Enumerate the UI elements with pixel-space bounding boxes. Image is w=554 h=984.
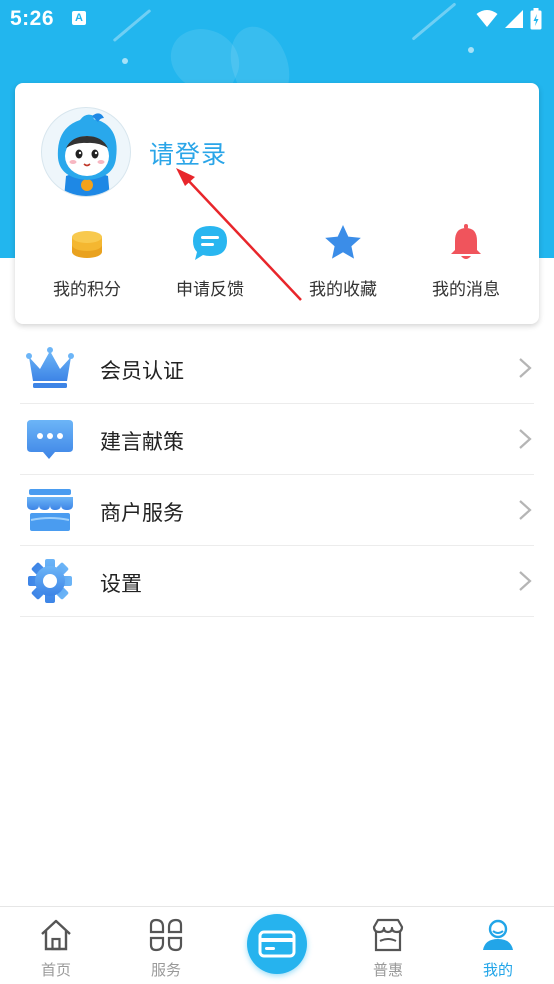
signal-icon <box>505 10 523 28</box>
chat-bubble-icon <box>193 226 227 260</box>
quick-action-points[interactable]: 我的积分 <box>32 223 142 300</box>
nav-tab-label: 我的 <box>482 961 513 979</box>
status-bar: 5:26 A <box>0 0 554 40</box>
bottom-nav: 首页 服务 普惠 我的 <box>0 906 554 984</box>
status-icons <box>476 8 542 30</box>
profile-screen: 5:26 A 请登录 我的积分 申请反馈 我的收藏 我的消息 会员认证 建言献策… <box>0 0 554 984</box>
quick-action-messages[interactable]: 我的消息 <box>411 223 521 300</box>
quick-action-label: 我的收藏 <box>309 280 377 300</box>
storefront-icon <box>27 489 73 531</box>
nav-center-card-button[interactable] <box>247 914 307 974</box>
menu-item-member-verification[interactable]: 会员认证 <box>20 333 534 404</box>
home-icon <box>41 919 71 951</box>
message-dots-icon <box>27 420 73 459</box>
menu-item-merchant-services[interactable]: 商户服务 <box>20 475 534 546</box>
quick-action-label: 我的消息 <box>432 280 500 300</box>
menu-item-label: 会员认证 <box>100 359 184 383</box>
quick-action-feedback[interactable]: 申请反馈 <box>155 223 265 300</box>
bell-icon <box>451 224 481 259</box>
login-link[interactable]: 请登录 <box>149 135 227 171</box>
chevron-right-icon <box>519 500 532 520</box>
menu-list: 会员认证 建言献策 商户服务 设置 <box>20 333 534 617</box>
chevron-right-icon <box>519 429 532 449</box>
notification-badge: A <box>72 11 86 25</box>
nav-tab-label: 首页 <box>40 961 71 979</box>
quick-action-label: 我的积分 <box>53 280 121 300</box>
card-icon <box>258 930 296 958</box>
menu-item-label: 建言献策 <box>100 430 184 454</box>
decor-dot <box>122 58 128 64</box>
mascot-avatar-icon <box>57 113 117 196</box>
nav-tab-label: 服务 <box>150 961 181 979</box>
crown-icon <box>26 347 74 388</box>
star-icon <box>325 225 361 259</box>
chevron-right-icon <box>519 571 532 591</box>
nav-tab-benefits[interactable]: 普惠 <box>348 917 428 980</box>
menu-item-settings[interactable]: 设置 <box>20 546 534 617</box>
coins-stack-icon <box>72 231 102 258</box>
menu-item-label: 设置 <box>100 572 142 596</box>
wifi-icon <box>476 10 498 27</box>
status-time: 5:26 <box>10 7 55 30</box>
chevron-right-icon <box>519 358 532 378</box>
nav-tab-mine[interactable]: 我的 <box>458 917 538 980</box>
nav-tab-services[interactable]: 服务 <box>126 917 206 980</box>
decor-dot <box>468 47 474 53</box>
shop-icon <box>372 918 404 952</box>
menu-item-suggestions[interactable]: 建言献策 <box>20 404 534 475</box>
quick-action-label: 申请反馈 <box>176 280 244 300</box>
user-icon <box>483 919 513 950</box>
profile-card: 请登录 我的积分 申请反馈 我的收藏 我的消息 <box>15 83 539 324</box>
gear-icon <box>28 559 72 603</box>
menu-item-label: 商户服务 <box>100 501 184 525</box>
nav-tab-home[interactable]: 首页 <box>16 917 96 980</box>
nav-tab-label: 普惠 <box>372 961 403 979</box>
avatar[interactable] <box>41 107 131 197</box>
grid-flower-icon <box>149 918 183 952</box>
quick-action-favorites[interactable]: 我的收藏 <box>288 223 398 300</box>
battery-icon <box>530 8 542 30</box>
